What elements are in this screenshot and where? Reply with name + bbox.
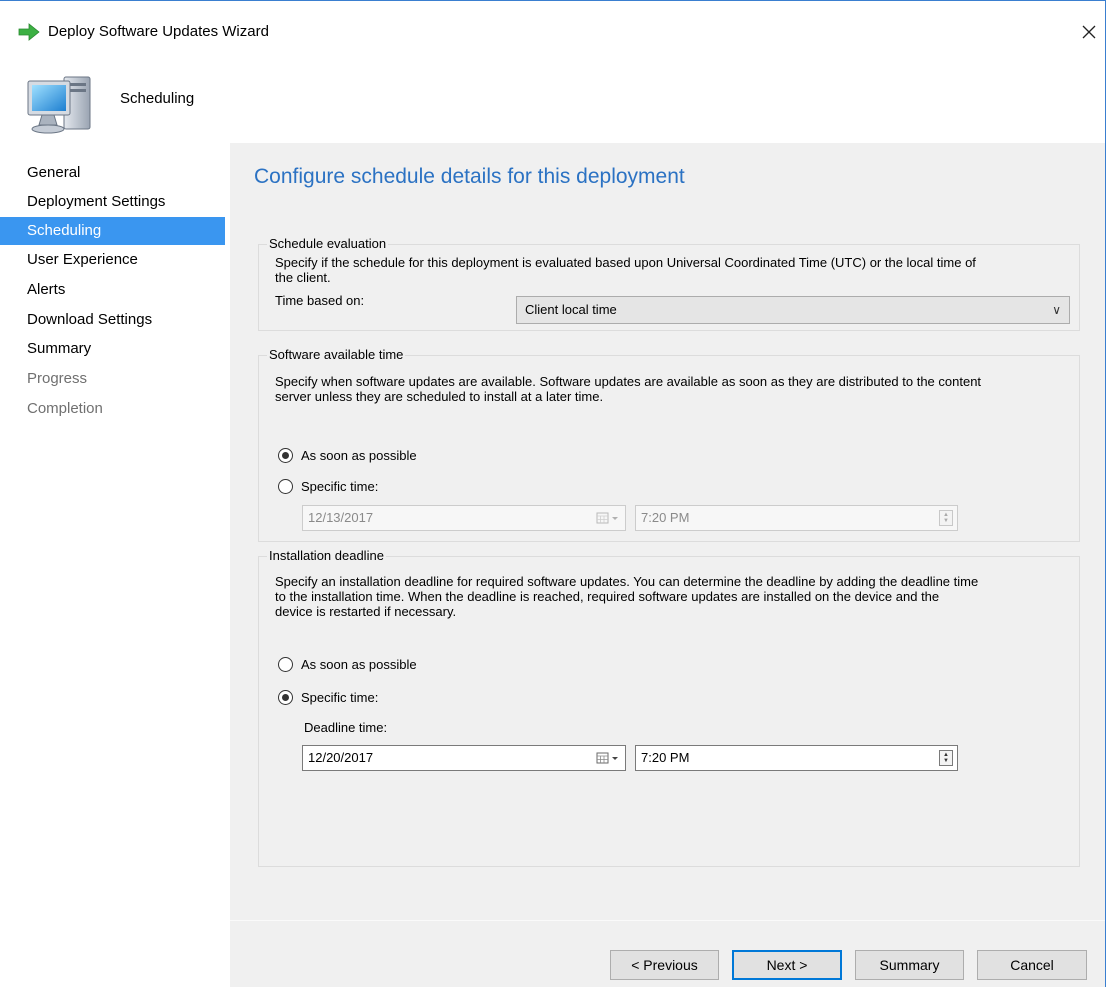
next-button[interactable]: Next >	[732, 950, 842, 980]
deadline-asap-radio[interactable]: As soon as possible	[278, 654, 417, 674]
header-title: Scheduling	[120, 90, 195, 107]
available-time-picker[interactable]: 7:20 PM ▲ ▼	[635, 505, 958, 531]
deadline-date-picker[interactable]: 12/20/2017	[302, 745, 626, 771]
installation-deadline-group: Installation deadline Specify an install…	[258, 548, 1080, 867]
installation-deadline-description-line1: Specify an installation deadline for req…	[275, 574, 979, 589]
previous-button[interactable]: < Previous	[610, 950, 719, 980]
available-asap-label: As soon as possible	[301, 447, 417, 463]
radio-selected-icon	[278, 689, 293, 705]
cancel-button[interactable]: Cancel	[977, 950, 1087, 980]
installation-deadline-description-line2: to the installation time. When the deadl…	[275, 589, 940, 604]
footer-separator	[230, 920, 1105, 921]
summary-button[interactable]: Summary	[855, 950, 964, 980]
deadline-time-picker[interactable]: 7:20 PM ▲ ▼	[635, 745, 958, 771]
deadline-time-value: 7:20 PM	[641, 750, 690, 765]
chevron-down-icon: ∨	[1052, 303, 1061, 317]
software-available-description-line2: server unless they are scheduled to inst…	[275, 389, 604, 404]
green-arrow-icon	[18, 23, 40, 41]
sidebar-item-completion: Completion	[27, 400, 103, 417]
time-spinner-icon[interactable]: ▲ ▼	[939, 750, 953, 766]
software-available-legend: Software available time	[267, 347, 406, 362]
schedule-evaluation-description-line1: Specify if the schedule for this deploym…	[275, 255, 976, 270]
installation-deadline-description-line3: device is restarted if necessary.	[275, 604, 457, 619]
sidebar-item-deployment-settings[interactable]: Deployment Settings	[0, 188, 225, 216]
sidebar-item-general[interactable]: General	[0, 159, 225, 187]
radio-unselected-icon	[278, 478, 293, 494]
available-date-value: 12/13/2017	[308, 510, 374, 525]
sidebar-item-alerts[interactable]: Alerts	[0, 276, 225, 304]
main-panel: Configure schedule details for this depl…	[230, 143, 1105, 987]
calendar-dropdown-icon[interactable]	[596, 510, 622, 526]
available-time-value: 7:20 PM	[641, 510, 690, 525]
time-based-on-value: Client local time	[525, 302, 617, 317]
close-icon	[1082, 25, 1096, 39]
wizard-window: Deploy Software Updates Wizard Schedulin…	[0, 0, 1106, 987]
time-based-on-select[interactable]: Client local time ∨	[516, 296, 1070, 324]
available-specific-radio[interactable]: Specific time:	[278, 476, 378, 496]
sidebar-item-download-settings[interactable]: Download Settings	[0, 306, 225, 334]
radio-unselected-icon	[278, 656, 293, 672]
deadline-time-label: Deadline time:	[304, 720, 388, 735]
page-heading: Configure schedule details for this depl…	[254, 165, 685, 188]
wizard-header: Scheduling	[0, 65, 1105, 147]
deadline-asap-label: As soon as possible	[301, 656, 417, 672]
deadline-date-value: 12/20/2017	[308, 750, 374, 765]
close-button[interactable]	[1072, 15, 1106, 49]
available-asap-radio[interactable]: As soon as possible	[278, 445, 417, 465]
schedule-evaluation-legend: Schedule evaluation	[267, 236, 389, 251]
radio-selected-icon	[278, 447, 293, 463]
wizard-sidebar: General Deployment Settings Scheduling U…	[0, 147, 230, 987]
available-date-picker[interactable]: 12/13/2017	[302, 505, 626, 531]
sidebar-item-user-experience[interactable]: User Experience	[0, 246, 225, 274]
sidebar-item-summary[interactable]: Summary	[0, 335, 225, 363]
title-bar: Deploy Software Updates Wizard	[0, 1, 1105, 65]
calendar-dropdown-icon[interactable]	[596, 750, 622, 766]
software-available-group: Software available time Specify when sof…	[258, 347, 1080, 542]
deadline-specific-radio[interactable]: Specific time:	[278, 687, 378, 707]
sidebar-item-scheduling[interactable]: Scheduling	[0, 217, 225, 245]
installation-deadline-legend: Installation deadline	[267, 548, 386, 563]
software-available-description-line1: Specify when software updates are availa…	[275, 374, 982, 389]
window-title: Deploy Software Updates Wizard	[48, 23, 269, 40]
schedule-evaluation-description-line2: the client.	[275, 270, 331, 285]
time-spinner-icon[interactable]: ▲ ▼	[939, 510, 953, 526]
available-specific-label: Specific time:	[301, 478, 379, 494]
computer-icon	[27, 76, 91, 134]
schedule-evaluation-group: Schedule evaluation Specify if the sched…	[258, 236, 1080, 331]
sidebar-item-progress: Progress	[27, 370, 88, 387]
time-based-on-label: Time based on:	[275, 293, 365, 308]
deadline-specific-label: Specific time:	[301, 689, 379, 705]
